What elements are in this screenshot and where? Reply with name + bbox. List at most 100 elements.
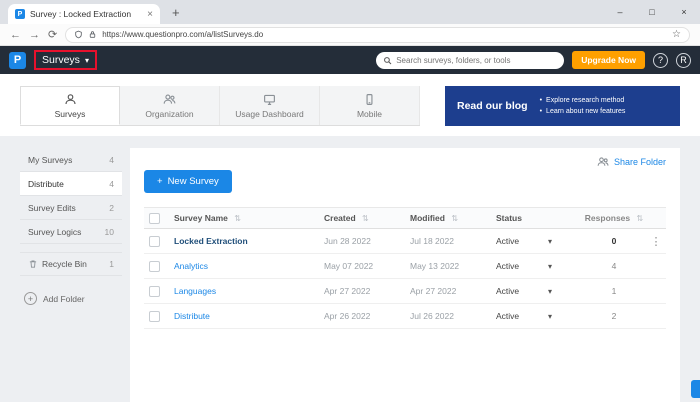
column-header-status: Status xyxy=(496,213,548,223)
sidebar-item-label: My Surveys xyxy=(28,155,72,165)
new-tab-icon[interactable]: + xyxy=(172,5,180,20)
table-row[interactable]: Analytics May 07 2022 May 13 2022 Active… xyxy=(144,254,666,279)
sidebar-item-count: 1 xyxy=(109,259,114,269)
url-text: https://www.questionpro.com/a/listSurvey… xyxy=(102,30,667,39)
sidebar-item-count: 2 xyxy=(109,203,114,213)
back-icon[interactable]: ← xyxy=(10,29,21,41)
modified-date: Jul 18 2022 xyxy=(410,236,496,246)
survey-name-link[interactable]: Analytics xyxy=(174,261,324,271)
app-header: P Surveys ▾ Upgrade Now ? R xyxy=(0,46,700,74)
sidebar-item-label: Survey Logics xyxy=(28,227,81,237)
chat-widget[interactable] xyxy=(691,380,700,398)
created-date: Jun 28 2022 xyxy=(324,236,410,246)
forward-icon[interactable]: → xyxy=(29,29,40,41)
product-menu-label: Surveys xyxy=(42,54,80,66)
close-icon[interactable]: × xyxy=(668,0,700,24)
sidebar-item-count: 10 xyxy=(105,227,114,237)
sidebar-item-survey-edits[interactable]: Survey Edits 2 xyxy=(20,196,122,220)
survey-name-link[interactable]: Languages xyxy=(174,286,324,296)
upgrade-now-button[interactable]: Upgrade Now xyxy=(572,51,645,69)
help-button[interactable]: ? xyxy=(653,53,668,68)
survey-name-link[interactable]: Locked Extraction xyxy=(174,236,324,246)
row-checkbox[interactable] xyxy=(149,286,160,297)
column-header-label: Status xyxy=(496,213,522,223)
row-checkbox[interactable] xyxy=(149,261,160,272)
status-badge: Active xyxy=(496,261,548,271)
bullet-icon: • xyxy=(540,97,542,104)
reload-icon[interactable]: ⟳ xyxy=(48,28,57,41)
new-survey-button[interactable]: + New Survey xyxy=(144,170,232,193)
select-all-checkbox[interactable] xyxy=(149,213,160,224)
sidebar-item-my-surveys[interactable]: My Surveys 4 xyxy=(20,148,122,172)
surveys-product-menu[interactable]: Surveys ▾ xyxy=(34,50,97,70)
table-row[interactable]: Languages Apr 27 2022 Apr 27 2022 Active… xyxy=(144,279,666,304)
modified-date: May 13 2022 xyxy=(410,261,496,271)
row-checkbox[interactable] xyxy=(149,311,160,322)
tab-mobile[interactable]: Mobile xyxy=(320,86,420,125)
folders-sidebar: My Surveys 4 Distribute 4 Survey Edits 2… xyxy=(20,148,122,402)
sort-icon[interactable]: ⇅ xyxy=(362,214,369,223)
status-dropdown-caret-icon[interactable]: ▾ xyxy=(548,237,582,246)
sidebar-item-label: Recycle Bin xyxy=(42,259,87,269)
tab-surveys[interactable]: Surveys xyxy=(20,86,120,125)
bookmark-star-icon[interactable]: ☆ xyxy=(672,29,681,40)
sort-icon[interactable]: ⇅ xyxy=(451,214,458,223)
panel-top-bar: Share Folder xyxy=(144,156,666,168)
responses-count: 1 xyxy=(582,286,646,296)
favicon: P xyxy=(15,9,25,19)
blog-banner[interactable]: Read our blog • Explore research method … xyxy=(445,86,680,126)
sidebar-item-distribute[interactable]: Distribute 4 xyxy=(20,172,122,196)
created-date: Apr 26 2022 xyxy=(324,311,410,321)
maximize-icon[interactable]: □ xyxy=(636,0,668,24)
surveys-table: Survey Name ⇅ Created ⇅ Modified ⇅ Statu… xyxy=(144,207,666,329)
monitor-icon xyxy=(263,93,276,106)
status-dropdown-caret-icon[interactable]: ▾ xyxy=(548,262,582,271)
status-dropdown-caret-icon[interactable]: ▾ xyxy=(548,287,582,296)
created-date: Apr 27 2022 xyxy=(324,286,410,296)
tab-organization[interactable]: Organization xyxy=(120,86,220,125)
sort-icon[interactable]: ⇅ xyxy=(234,214,241,223)
sort-icon[interactable]: ⇅ xyxy=(637,214,644,223)
tab-usage-dashboard[interactable]: Usage Dashboard xyxy=(220,86,320,125)
tab-close-icon[interactable]: × xyxy=(147,9,153,20)
lock-icon[interactable] xyxy=(88,30,97,39)
minimize-icon[interactable]: – xyxy=(604,0,636,24)
tab-label: Usage Dashboard xyxy=(235,109,304,119)
content-area: My Surveys 4 Distribute 4 Survey Edits 2… xyxy=(0,136,700,402)
row-menu-kebab-icon[interactable]: ⋮ xyxy=(646,235,666,248)
blog-bullet: • Explore research method xyxy=(540,97,626,104)
sidebar-item-label: Survey Edits xyxy=(28,203,76,213)
window-controls: – □ × xyxy=(604,0,700,24)
sidebar-item-count: 4 xyxy=(109,179,114,189)
url-bar[interactable]: https://www.questionpro.com/a/listSurvey… xyxy=(65,27,690,43)
browser-toolbar: ← → ⟳ https://www.questionpro.com/a/list… xyxy=(0,24,700,46)
responses-count: 2 xyxy=(582,311,646,321)
search-input[interactable] xyxy=(396,56,557,65)
survey-name-link[interactable]: Distribute xyxy=(174,311,324,321)
avatar[interactable]: R xyxy=(676,53,691,68)
global-search[interactable] xyxy=(376,52,564,69)
plus-icon: + xyxy=(157,176,163,187)
add-folder-button[interactable]: + Add Folder xyxy=(20,292,122,305)
sidebar-item-survey-logics[interactable]: Survey Logics 10 xyxy=(20,220,122,244)
sidebar-item-count: 4 xyxy=(109,155,114,165)
sidebar-item-recycle-bin[interactable]: Recycle Bin 1 xyxy=(20,252,122,276)
share-folder-button[interactable]: Share Folder xyxy=(597,156,666,168)
browser-tab-title: Survey : Locked Extraction xyxy=(30,9,142,19)
sidebar-item-label: Distribute xyxy=(28,179,64,189)
browser-tab[interactable]: P Survey : Locked Extraction × xyxy=(8,4,160,24)
shield-icon[interactable] xyxy=(74,30,83,39)
trash-icon xyxy=(28,259,38,269)
row-checkbox[interactable] xyxy=(149,236,160,247)
section-tabs: Surveys Organization Usage Dashboard Mob… xyxy=(20,86,420,126)
column-header-label: Responses xyxy=(585,213,630,223)
browser-tabstrip: P Survey : Locked Extraction × + – □ × xyxy=(0,0,700,24)
tab-label: Mobile xyxy=(357,109,382,119)
table-row[interactable]: Locked Extraction Jun 28 2022 Jul 18 202… xyxy=(144,229,666,254)
status-dropdown-caret-icon[interactable]: ▾ xyxy=(548,312,582,321)
column-header-created: Created ⇅ xyxy=(324,213,410,223)
table-row[interactable]: Distribute Apr 26 2022 Jul 26 2022 Activ… xyxy=(144,304,666,329)
questionpro-logo[interactable]: P xyxy=(9,52,26,69)
table-header-row: Survey Name ⇅ Created ⇅ Modified ⇅ Statu… xyxy=(144,207,666,229)
status-badge: Active xyxy=(496,286,548,296)
